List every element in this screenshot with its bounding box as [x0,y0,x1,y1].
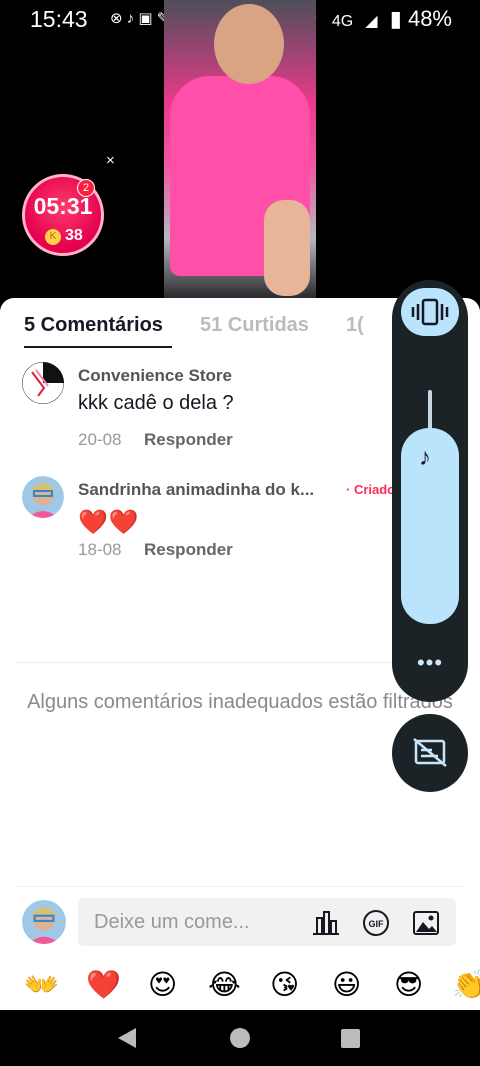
captions-off-icon [413,738,447,767]
timer-time: 05:31 [33,193,93,219]
emoji-button[interactable]: 😍 [148,968,177,1002]
tab-third[interactable]: 1( [346,314,364,337]
comment-author[interactable]: Sandrinha animadinha do k... [78,480,314,500]
comment-input[interactable]: Deixe um come... GIF [78,898,456,946]
comment-date: 20-08 [78,430,122,449]
volume-track [428,390,432,430]
more-options-button[interactable]: ••• [392,650,468,676]
emoji-button[interactable]: 😎 [394,968,423,1002]
comment-text: kkk cadê o dela ? [78,392,234,414]
avatar[interactable] [22,362,64,404]
reward-timer[interactable]: 2 05:31 K 38 [22,174,104,256]
emoji-button[interactable]: ❤️ [86,968,121,1002]
emoji-button[interactable]: 😂 [208,968,241,1002]
music-note-icon: ♪ [419,444,431,471]
status-right: ▼ 4G ◢ ▮ 48% [304,6,452,32]
battery-percent: 48% [407,6,452,31]
creator-tag: · Criado [346,482,396,497]
timer-coins: 38 [65,227,83,244]
video-figure-arm [264,200,310,296]
network-type: 4G [331,13,354,30]
comment-author[interactable]: Convenience Store [78,366,232,386]
volume-panel: ♪ ••• [392,280,468,702]
system-nav-bar [0,1010,480,1066]
emoji-button[interactable]: 😘 [270,968,299,1002]
vibrate-icon [411,298,449,326]
emoji-button[interactable]: 👏 [452,968,480,1002]
home-icon[interactable] [230,1028,250,1048]
divider [16,886,464,887]
video-preview[interactable] [164,0,316,298]
tab-likes[interactable]: 51 Curtidas [200,314,309,337]
tab-comments[interactable]: 5 Comentários [24,314,163,337]
close-timer-icon[interactable]: × [106,152,115,169]
my-avatar [22,900,66,944]
live-caption-button[interactable] [392,714,468,792]
reply-button[interactable]: Responder [144,430,233,450]
status-time: 15:43 [30,6,88,32]
image-icon[interactable] [412,910,440,936]
battery-icon: ▮ [389,6,402,31]
active-tab-indicator [24,346,172,348]
comment-text: ❤️❤️ [78,509,140,536]
reply-button[interactable]: Responder [144,540,233,560]
gif-icon[interactable]: GIF [362,910,390,936]
signal-icon: ◢ [365,13,378,30]
filtered-notice: Alguns comentários inadequados estão fil… [27,691,453,713]
vibrate-mode-button[interactable] [401,288,459,336]
coin-icon: K [45,229,61,245]
comment-input-placeholder: Deixe um come... [94,911,250,933]
back-icon[interactable] [118,1028,136,1048]
comment-date: 18-08 [78,540,122,559]
recents-icon[interactable] [341,1029,360,1048]
emoji-button[interactable]: 😃 [332,968,361,1002]
avatar[interactable] [22,476,64,518]
emoji-bar: 👐 ❤️ 😍 😂 😘 😃 😎 👏 [0,966,480,1006]
emoji-button[interactable]: 👐 [24,968,59,1002]
svg-text:GIF: GIF [369,919,385,929]
chart-icon[interactable] [312,910,340,936]
video-figure-face [214,4,284,84]
